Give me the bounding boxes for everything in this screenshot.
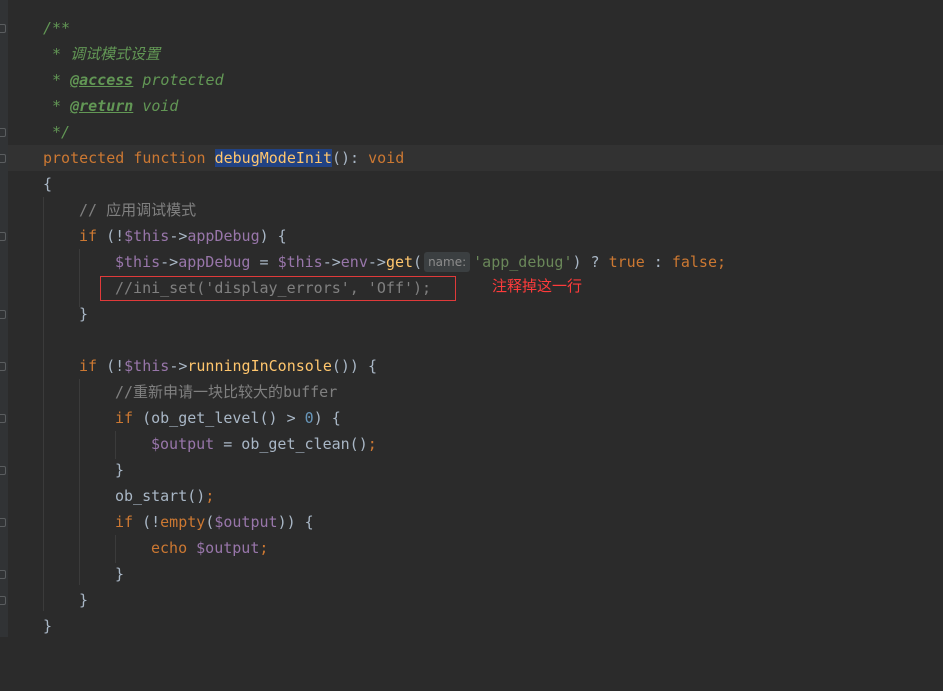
function-declaration: protected function debugModeInit(): void — [43, 149, 405, 167]
code-line[interactable]: // 应用调试模式 — [8, 197, 943, 223]
code-line[interactable]: * @access protected — [8, 67, 943, 93]
code-line[interactable]: if (ob_get_level() > 0) { — [8, 405, 943, 431]
code-line[interactable]: } — [8, 301, 943, 327]
doc-comment: /** — [43, 19, 71, 37]
code-line[interactable]: * 调试模式设置 — [8, 41, 943, 67]
fold-marker-icon[interactable] — [0, 414, 6, 423]
function-name[interactable]: debugModeInit — [214, 149, 332, 167]
code-line[interactable]: */ — [8, 119, 943, 145]
fold-marker-icon[interactable] — [0, 310, 6, 319]
parameter-hint: name: — [424, 252, 471, 272]
code-line[interactable]: ob_start(); — [8, 483, 943, 509]
annotation-note: 注释掉这一行 — [492, 277, 583, 295]
line-comment: //重新申请一块比较大的buffer — [115, 383, 338, 401]
code-line[interactable]: echo $output; — [8, 535, 943, 561]
fold-marker-icon[interactable] — [0, 518, 6, 527]
code-line[interactable]: * @return void — [8, 93, 943, 119]
fold-marker-icon[interactable] — [0, 232, 6, 241]
fold-marker-icon[interactable] — [0, 128, 6, 137]
fold-marker-icon[interactable] — [0, 596, 6, 605]
code-line[interactable]: if (!empty($output)) { — [8, 509, 943, 535]
doc-comment: */ — [43, 123, 71, 141]
current-code-line[interactable]: protected function debugModeInit(): void — [8, 145, 943, 171]
code-line[interactable]: $this->appDebug = $this->env->get(name: '… — [8, 249, 943, 275]
code-line[interactable]: if (!$this->runningInConsole()) { — [8, 353, 943, 379]
code-line[interactable]: $output = ob_get_clean(); — [8, 431, 943, 457]
code-line[interactable]: } — [8, 613, 943, 639]
line-comment: // 应用调试模式 — [79, 201, 197, 219]
editor-gutter[interactable] — [0, 0, 8, 637]
code-line[interactable]: if (!$this->appDebug) { — [8, 223, 943, 249]
code-line[interactable]: //重新申请一块比较大的buffer — [8, 379, 943, 405]
code-line[interactable]: } — [8, 587, 943, 613]
code-line[interactable]: } — [8, 561, 943, 587]
fold-marker-icon[interactable] — [0, 570, 6, 579]
doc-comment: * @return void — [43, 97, 179, 115]
code-line[interactable]: } — [8, 457, 943, 483]
fold-marker-icon[interactable] — [0, 154, 6, 163]
doc-comment: * @access protected — [43, 71, 224, 89]
code-line[interactable]: /** — [8, 15, 943, 41]
fold-marker-icon[interactable] — [0, 24, 6, 33]
fold-marker-icon[interactable] — [0, 362, 6, 371]
doc-comment: * 调试模式设置 — [43, 45, 161, 63]
fold-marker-icon[interactable] — [0, 466, 6, 475]
code-line[interactable]: { — [8, 171, 943, 197]
annotation-highlight-box — [100, 276, 456, 301]
